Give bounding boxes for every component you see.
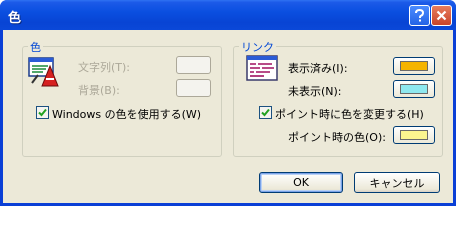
unvisited-color-button[interactable]	[393, 80, 435, 98]
close-icon	[436, 10, 447, 21]
close-button[interactable]	[431, 5, 452, 26]
color-group-title: 色	[28, 39, 43, 55]
checkmark-icon	[261, 108, 270, 117]
background-color-label: 背景(B):	[78, 84, 120, 97]
ok-button[interactable]: OK	[259, 172, 343, 193]
links-page-icon	[246, 55, 278, 81]
hover-color-button[interactable]	[393, 126, 435, 144]
unvisited-color-label: 未表示(N):	[288, 85, 342, 98]
hover-color-checkbox[interactable]	[259, 106, 272, 119]
cancel-button[interactable]: キャンセル	[354, 172, 440, 193]
use-windows-colors-label[interactable]: Windows の色を使用する(W)	[52, 106, 201, 122]
visited-color-label: 表示済み(I):	[288, 62, 348, 75]
color-group: 色 文字列(T): 背景(B): Windows の色を使用する(W)	[22, 39, 222, 157]
unvisited-color-swatch	[400, 84, 428, 94]
link-group-title: リンク	[239, 39, 276, 55]
hover-color-swatch	[400, 130, 428, 140]
dialog-body: 色 文字列(T): 背景(B): Windows の色を使用する(W) リンク …	[3, 30, 453, 203]
hover-color-label: ポイント時の色(O):	[288, 131, 386, 144]
visited-color-button[interactable]	[393, 57, 435, 75]
help-button[interactable]	[409, 5, 430, 26]
hover-color-enable-label[interactable]: ポイント時に色を変更する(H)	[275, 106, 424, 122]
use-windows-colors-checkbox[interactable]	[36, 106, 49, 119]
window-title: 色	[8, 11, 22, 26]
text-color-button[interactable]	[176, 56, 211, 74]
link-group: リンク 表示済み(I): 未表示(N): ポイント時に色を変更する(H) ポイン…	[233, 39, 443, 157]
color-dialog-window: 色 色 文字列(T): 背景(B): Windows の色を使用する(W) リン…	[0, 0, 456, 206]
checkmark-icon	[38, 108, 47, 117]
help-icon	[415, 9, 425, 22]
colors-palette-icon	[28, 57, 59, 87]
background-color-button[interactable]	[176, 79, 211, 97]
visited-color-swatch	[400, 61, 428, 71]
title-bar[interactable]: 色	[0, 0, 456, 30]
text-color-label: 文字列(T):	[78, 61, 131, 74]
